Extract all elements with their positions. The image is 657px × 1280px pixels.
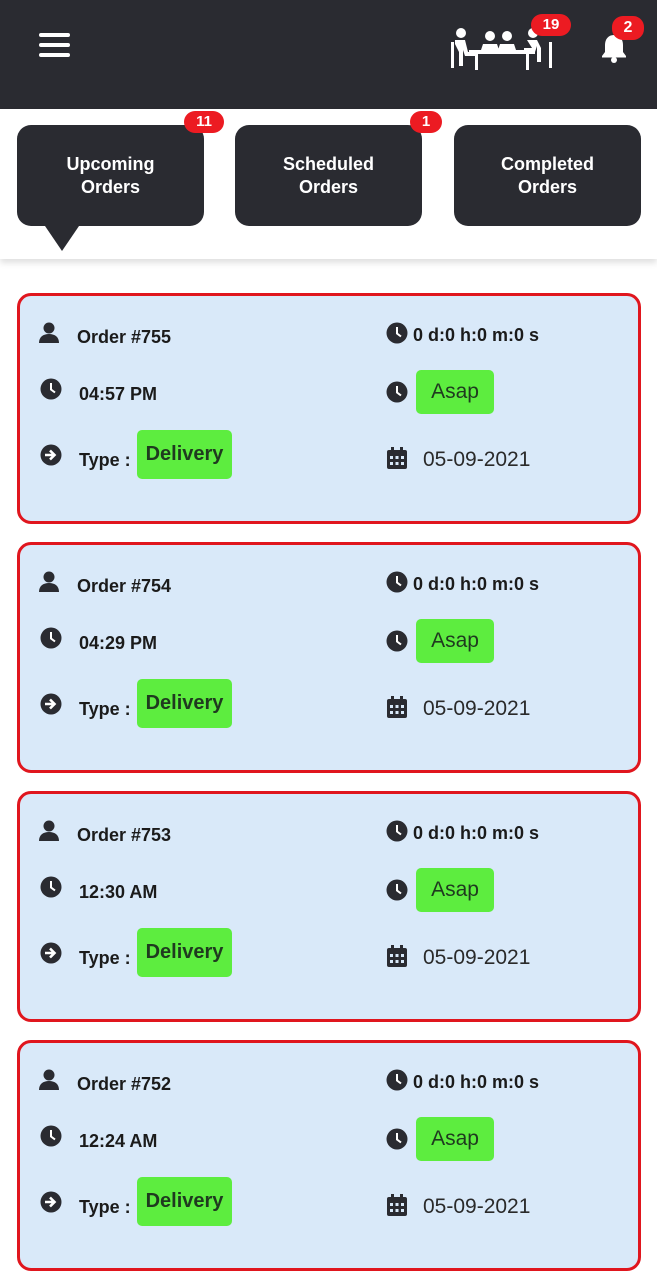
order-date: 05-09-2021	[423, 448, 531, 471]
clock-icon	[386, 1069, 408, 1091]
type-label: Type :	[79, 450, 131, 470]
order-type-badge: Delivery	[137, 679, 232, 728]
order-date: 05-09-2021	[423, 1195, 531, 1218]
clock-icon	[386, 820, 408, 842]
arrow-right-circle-icon	[40, 942, 62, 964]
calendar-icon	[387, 1194, 407, 1216]
tab-completed-orders[interactable]: Completed Orders	[454, 125, 641, 226]
order-time: 04:29 PM	[79, 633, 158, 653]
order-countdown: 0 d:0 h:0 m:0 s	[413, 823, 540, 843]
clock-icon	[40, 876, 62, 898]
scheduled-count-badge: 1	[410, 111, 442, 133]
order-number: Order #755	[77, 327, 172, 347]
timing-badge: Asap	[416, 619, 494, 663]
clock-icon	[386, 879, 408, 901]
calendar-icon	[387, 945, 407, 967]
clock-icon	[40, 378, 62, 400]
order-time: 12:24 AM	[79, 1131, 158, 1151]
user-icon	[39, 571, 59, 592]
clock-icon	[386, 1128, 408, 1150]
clock-icon	[386, 322, 408, 344]
hamburger-menu-icon[interactable]	[39, 32, 70, 58]
timing-badge: Asap	[416, 370, 494, 414]
arrow-right-circle-icon	[40, 1191, 62, 1213]
notifications-badge: 2	[612, 16, 644, 40]
tab-label: Upcoming Orders	[66, 153, 155, 197]
tables-badge: 19	[531, 14, 571, 36]
order-type-badge: Delivery	[137, 928, 232, 977]
clock-icon	[386, 630, 408, 652]
order-type-badge: Delivery	[137, 430, 232, 479]
calendar-icon	[387, 696, 407, 718]
type-label: Type :	[79, 948, 131, 968]
order-card[interactable]: Order #753 0 d:0 h:0 m:0 s 12:30 AM Asap…	[17, 791, 641, 1022]
order-card[interactable]: Order #755 0 d:0 h:0 m:0 s 04:57 PM Asap…	[17, 293, 641, 524]
order-time: 12:30 AM	[79, 882, 158, 902]
user-icon	[39, 1069, 59, 1090]
user-icon	[39, 820, 59, 841]
order-card[interactable]: Order #752 0 d:0 h:0 m:0 s 12:24 AM Asap…	[17, 1040, 641, 1271]
timing-badge: Asap	[416, 868, 494, 912]
order-number: Order #752	[77, 1074, 172, 1094]
order-time: 04:57 PM	[79, 384, 158, 404]
type-label: Type :	[79, 699, 131, 719]
tab-upcoming-orders[interactable]: Upcoming Orders 11	[17, 111, 224, 226]
arrow-right-circle-icon	[40, 693, 62, 715]
type-label: Type :	[79, 1197, 131, 1217]
order-number: Order #754	[77, 576, 172, 596]
upcoming-count-badge: 11	[184, 111, 224, 133]
tab-label: Completed Orders	[500, 153, 594, 197]
top-app-bar: 19 2	[0, 0, 657, 109]
active-tab-pointer	[45, 226, 79, 251]
order-countdown: 0 d:0 h:0 m:0 s	[413, 325, 540, 345]
order-type-badge: Delivery	[137, 1177, 232, 1226]
order-countdown: 0 d:0 h:0 m:0 s	[413, 574, 540, 594]
clock-icon	[386, 571, 408, 593]
order-countdown: 0 d:0 h:0 m:0 s	[413, 1072, 540, 1092]
order-number: Order #753	[77, 825, 172, 845]
tab-scheduled-orders[interactable]: Scheduled Orders 1	[235, 111, 442, 226]
order-card[interactable]: Order #754 0 d:0 h:0 m:0 s 04:29 PM Asap…	[17, 542, 641, 773]
arrow-right-circle-icon	[40, 444, 62, 466]
order-date: 05-09-2021	[423, 946, 531, 969]
order-date: 05-09-2021	[423, 697, 531, 720]
clock-icon	[40, 1125, 62, 1147]
calendar-icon	[387, 447, 407, 469]
tab-label: Scheduled Orders	[282, 153, 375, 197]
timing-badge: Asap	[416, 1117, 494, 1161]
clock-icon	[40, 627, 62, 649]
user-icon	[39, 322, 59, 343]
clock-icon	[386, 381, 408, 403]
order-tabs: Upcoming Orders 11 Scheduled Orders 1 Comp…	[0, 109, 657, 259]
